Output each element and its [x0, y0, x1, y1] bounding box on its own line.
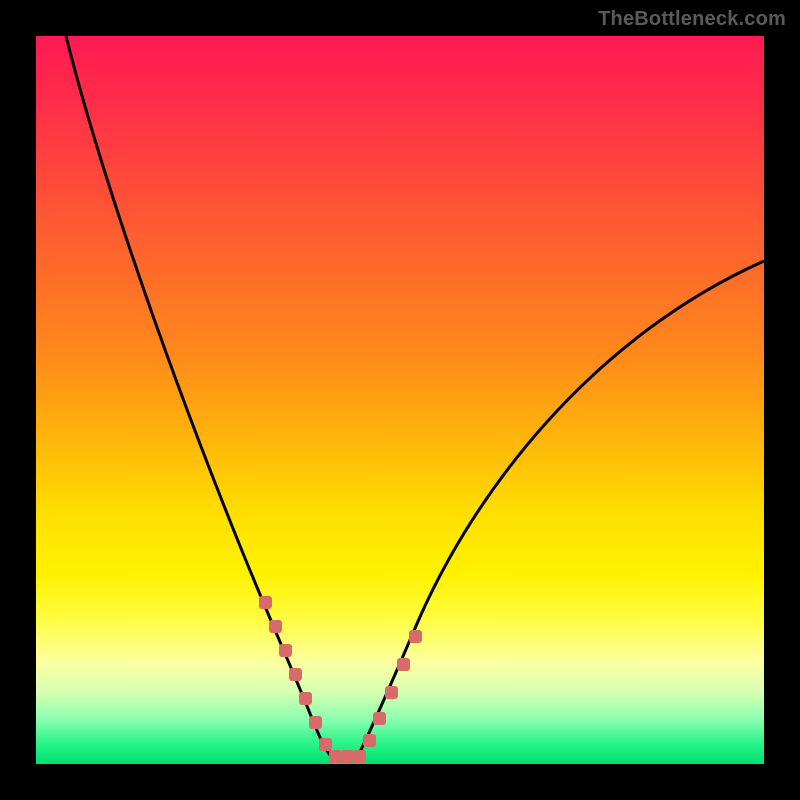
bottleneck-curve: [66, 36, 764, 760]
curve-layer: [36, 36, 764, 764]
watermark-text: TheBottleneck.com: [598, 8, 786, 31]
trough-markers: [259, 596, 422, 763]
plot-area: [36, 36, 764, 764]
chart-frame: TheBottleneck.com: [0, 0, 800, 800]
